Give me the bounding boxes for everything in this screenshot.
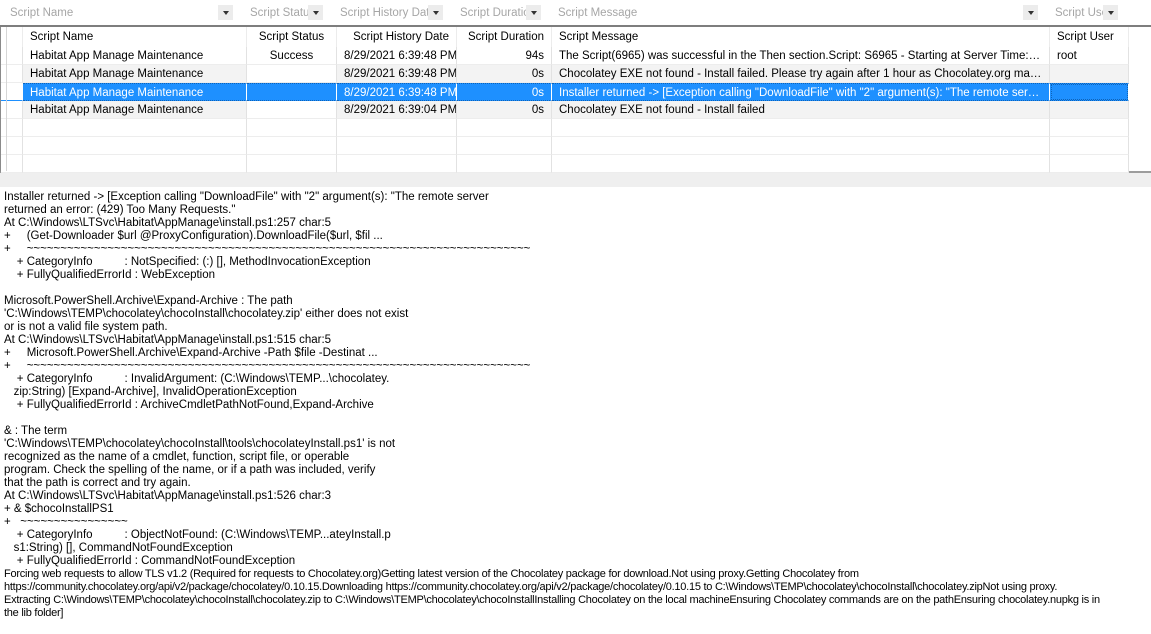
cell-status[interactable] — [247, 101, 337, 119]
cell-user[interactable] — [1050, 119, 1129, 137]
cell-message[interactable] — [552, 119, 1050, 137]
cell-duration[interactable] — [457, 137, 552, 155]
table-row-empty[interactable] — [1, 137, 1151, 155]
pane-splitter[interactable] — [0, 173, 1151, 187]
cell-user[interactable] — [1050, 65, 1129, 83]
filter-bar: Script Name Script Status Script History D… — [0, 0, 1151, 27]
cell-name[interactable] — [23, 137, 247, 155]
filter-label: Script Message — [548, 7, 637, 19]
cell-date[interactable]: 8/29/2021 6:39:48 PM — [337, 65, 457, 83]
filter-script-status: Script Status — [240, 0, 330, 25]
table-row[interactable]: Habitat App Manage Maintenance 8/29/2021 … — [1, 83, 1151, 101]
cell-message[interactable] — [552, 137, 1050, 155]
row-indicator-cell[interactable] — [1, 83, 23, 101]
table-row-empty[interactable] — [1, 155, 1151, 173]
filter-script-user: Script User — [1045, 0, 1125, 25]
grid-body: Habitat App Manage MaintenanceSuccess8/2… — [1, 47, 1151, 173]
cell-user[interactable] — [1050, 137, 1129, 155]
cell-duration[interactable] — [457, 119, 552, 137]
filter-dropdown-arrow-icon[interactable] — [308, 5, 323, 20]
cell-user[interactable] — [1050, 101, 1129, 119]
row-indicator-cell[interactable] — [1, 65, 23, 83]
table-row[interactable]: Habitat App Manage Maintenance 8/29/2021 … — [1, 65, 1151, 83]
filter-dropdown-arrow-icon[interactable] — [1023, 5, 1038, 20]
cell-message[interactable]: Chocolatey EXE not found - Install faile… — [552, 101, 1050, 119]
column-header-user[interactable]: Script User — [1050, 27, 1129, 47]
cell-date[interactable] — [337, 119, 457, 137]
cell-name[interactable] — [23, 119, 247, 137]
filter-label: Script History Date — [330, 7, 428, 19]
cell-date[interactable] — [337, 137, 457, 155]
detail-log-text: Forcing web requests to allow TLS v1.2 (… — [4, 568, 1149, 620]
grid-header: Script NameScript StatusScript History D… — [1, 27, 1151, 47]
row-indicator-cell[interactable] — [1, 47, 23, 65]
cell-duration[interactable]: 0s — [457, 65, 552, 83]
cell-date[interactable]: 8/29/2021 6:39:48 PM — [337, 47, 457, 65]
chevron-down-icon — [433, 11, 439, 15]
cell-name[interactable] — [23, 155, 247, 173]
script-history-window: Script NameScript StatusScript History D… — [0, 0, 1151, 634]
filter-dropdown-arrow-icon[interactable] — [526, 5, 541, 20]
chevron-down-icon — [313, 11, 319, 15]
row-indicator-cell[interactable] — [1, 137, 23, 155]
cell-name[interactable]: Habitat App Manage Maintenance — [23, 65, 247, 83]
filter-label: Script Status — [240, 7, 308, 19]
cell-user[interactable] — [1050, 155, 1129, 173]
cell-name[interactable]: Habitat App Manage Maintenance — [23, 83, 247, 101]
row-indicator-cell[interactable] — [1, 155, 23, 173]
cell-date[interactable]: 8/29/2021 6:39:48 PM — [337, 83, 457, 101]
table-row-empty[interactable] — [1, 119, 1151, 137]
chevron-down-icon — [1108, 11, 1114, 15]
cell-message[interactable]: Chocolatey EXE not found - Install faile… — [552, 65, 1050, 83]
cell-status[interactable] — [247, 155, 337, 173]
cell-date[interactable]: 8/29/2021 6:39:04 PM — [337, 101, 457, 119]
chevron-down-icon — [531, 11, 537, 15]
filter-script-duration: Script Duration — [450, 0, 548, 25]
column-header-date[interactable]: Script History Date — [337, 27, 457, 47]
filter-script-history-date: Script History Date — [330, 0, 450, 25]
cell-message[interactable] — [552, 155, 1050, 173]
filter-script-name: Script Name — [0, 0, 240, 25]
script-message-detail-pane: Installer returned -> [Exception calling… — [0, 187, 1151, 634]
filter-label: Script User — [1045, 7, 1103, 19]
detail-error-text: Installer returned -> [Exception calling… — [4, 191, 1149, 568]
column-header-duration[interactable]: Script Duration — [457, 27, 552, 47]
column-header-message[interactable]: Script Message — [552, 27, 1050, 47]
column-header-name[interactable]: Script Name — [23, 27, 247, 47]
cell-user[interactable]: root — [1050, 47, 1129, 65]
filter-dropdown-arrow-icon[interactable] — [428, 5, 443, 20]
cell-duration[interactable] — [457, 155, 552, 173]
script-history-grid: Script NameScript StatusScript History D… — [0, 27, 1151, 173]
chevron-down-icon — [223, 11, 229, 15]
cell-name[interactable]: Habitat App Manage Maintenance — [23, 101, 247, 119]
cell-status[interactable] — [247, 65, 337, 83]
filter-dropdown-arrow-icon[interactable] — [218, 5, 233, 20]
cell-status[interactable] — [247, 119, 337, 137]
row-indicator-header[interactable] — [1, 27, 23, 47]
cell-duration[interactable]: 0s — [457, 101, 552, 119]
column-header-status[interactable]: Script Status — [247, 27, 337, 47]
cell-status[interactable] — [247, 83, 337, 101]
cell-name[interactable]: Habitat App Manage Maintenance — [23, 47, 247, 65]
cell-status[interactable] — [247, 137, 337, 155]
table-row[interactable]: Habitat App Manage MaintenanceSuccess8/2… — [1, 47, 1151, 65]
table-row[interactable]: Habitat App Manage Maintenance 8/29/2021 … — [1, 101, 1151, 119]
cell-status[interactable]: Success — [247, 47, 337, 65]
cell-duration[interactable]: 94s — [457, 47, 552, 65]
filter-label: Script Duration — [450, 7, 526, 19]
filter-dropdown-arrow-icon[interactable] — [1103, 5, 1118, 20]
filter-label: Script Name — [0, 7, 73, 19]
cell-message[interactable]: Installer returned -> [Exception calling… — [552, 83, 1050, 101]
row-indicator-cell[interactable] — [1, 119, 23, 137]
cell-message[interactable]: The Script(6965) was successful in the T… — [552, 47, 1050, 65]
cell-date[interactable] — [337, 155, 457, 173]
cell-user[interactable] — [1050, 83, 1129, 101]
cell-duration[interactable]: 0s — [457, 83, 552, 101]
filter-script-message: Script Message — [548, 0, 1045, 25]
chevron-down-icon — [1028, 11, 1034, 15]
row-indicator-cell[interactable] — [1, 101, 23, 119]
